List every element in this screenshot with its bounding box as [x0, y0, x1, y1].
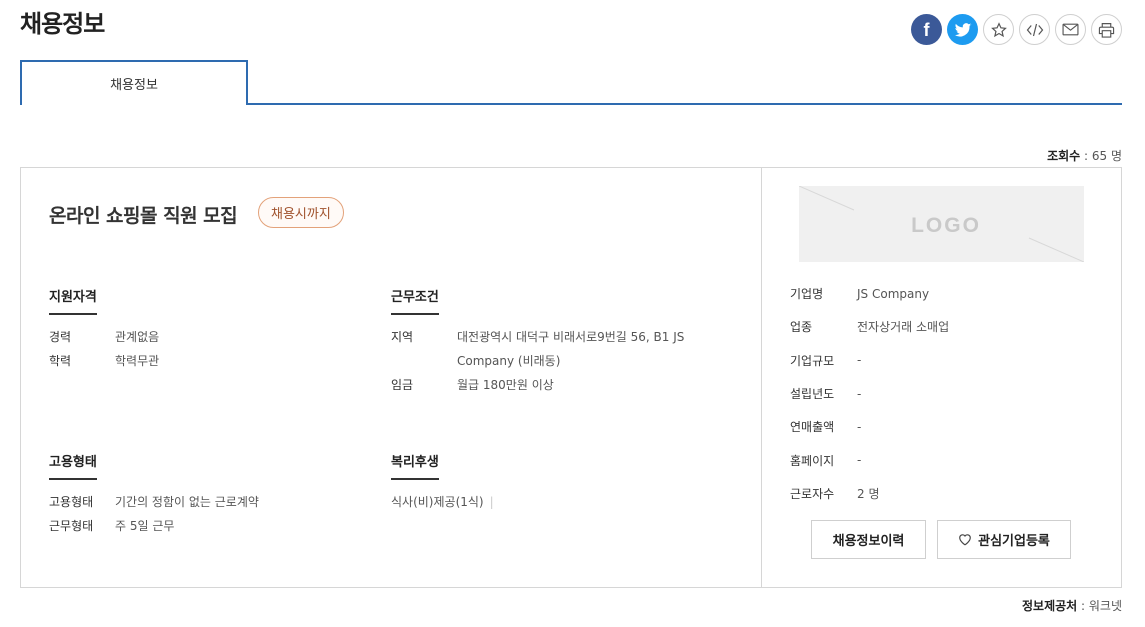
benefit-item: 식사(비)제공(1식) | [391, 490, 494, 514]
favorite-company-button[interactable]: 관심기업등록 [937, 520, 1071, 559]
view-count-value: 65 명 [1091, 149, 1122, 163]
job-card: 온라인 쇼핑몰 직원 모집 채용시까지 지원자격 경력 관계없음 학력 학력무관… [20, 167, 1122, 588]
page-title: 채용정보 [20, 10, 105, 38]
info-value: 전자상거래 소매업 [857, 320, 950, 335]
info-key: 기업규모 [790, 353, 835, 368]
company-info-row: 홈페이지 - [790, 443, 949, 476]
info-key: 근로자수 [790, 486, 835, 501]
info-key: 홈페이지 [790, 453, 835, 468]
row-key: 지역 [391, 330, 414, 344]
logo-placeholder-text: LOGO [911, 214, 981, 237]
row-key: 경력 [49, 330, 72, 344]
view-count-label: 조회수 [1047, 149, 1081, 163]
share-toolbar: f [911, 14, 1122, 45]
tab-bar: 채용정보 [20, 60, 1122, 106]
print-icon[interactable] [1091, 14, 1122, 45]
info-source-value: 워크넷 [1088, 599, 1122, 613]
heart-icon [959, 534, 971, 546]
info-key: 설립년도 [790, 387, 835, 402]
condition-row: 지역 대전광역시 대덕구 비래서로9번길 56, B1 JS Company (… [391, 325, 684, 373]
job-title: 온라인 쇼핑몰 직원 모집 [49, 205, 238, 227]
company-info-row: 설립년도 - [790, 377, 949, 410]
item-separator: | [489, 495, 494, 509]
row-key: 임금 [391, 378, 414, 392]
company-info-row: 근로자수 2 명 [790, 477, 949, 510]
favorite-company-label: 관심기업등록 [978, 534, 1050, 549]
card-divider [761, 168, 762, 587]
company-name: JS Company [857, 286, 930, 301]
company-logo: LOGO [799, 186, 1084, 262]
info-value: - [857, 453, 862, 468]
employment-row: 고용형태 기간의 정함이 없는 근로계약 [49, 490, 259, 514]
info-key: 기업명 [790, 287, 824, 302]
info-source-label: 정보제공처 [1022, 599, 1078, 613]
employment-section: 고용형태 고용형태 기간의 정함이 없는 근로계약 근무형태 주 5일 근무 [49, 451, 259, 538]
address-line-1: 대전광역시 대덕구 비래서로9번길 56, B1 JS [457, 330, 685, 344]
qualifications-section: 지원자격 경력 관계없음 학력 학력무관 [49, 286, 159, 373]
row-value: 주 5일 근무 [115, 519, 175, 533]
company-info-row: 기업명 JS Company [790, 277, 949, 310]
company-info-row: 기업규모 - [790, 344, 949, 377]
benefit-value: 식사(비)제공(1식) [391, 495, 484, 509]
company-info-row: 업종 전자상거래 소매업 [790, 310, 949, 343]
tab-job-info[interactable]: 채용정보 [20, 60, 248, 105]
info-value: - [857, 419, 862, 434]
employment-row: 근무형태 주 5일 근무 [49, 514, 259, 538]
row-key: 고용형태 [49, 495, 94, 509]
qualifications-heading: 지원자격 [49, 286, 97, 315]
facebook-icon[interactable]: f [911, 14, 942, 45]
benefits-heading: 복리후생 [391, 451, 439, 480]
row-value: 학력무관 [115, 354, 160, 368]
info-key: 연매출액 [790, 420, 835, 435]
row-value: 대전광역시 대덕구 비래서로9번길 56, B1 JS Company (비래동… [457, 325, 684, 373]
conditions-section: 근무조건 지역 대전광역시 대덕구 비래서로9번길 56, B1 JS Comp… [391, 286, 684, 397]
active-tab-gap [22, 103, 246, 106]
info-source: 정보제공처 : 워크넷 [1022, 599, 1122, 613]
conditions-heading: 근무조건 [391, 286, 439, 315]
job-history-button[interactable]: 채용정보이력 [811, 520, 926, 559]
row-value: 월급 180만원 이상 [457, 378, 554, 392]
row-value: 관계없음 [115, 330, 160, 344]
deadline-badge: 채용시까지 [258, 197, 344, 228]
svg-text:f: f [924, 20, 931, 40]
company-info-row: 연매출액 - [790, 410, 949, 443]
benefits-section: 복리후생 식사(비)제공(1식) | [391, 451, 494, 514]
twitter-icon[interactable] [947, 14, 978, 45]
row-key: 근무형태 [49, 519, 94, 533]
code-embed-icon[interactable] [1019, 14, 1050, 45]
condition-row: 임금 월급 180만원 이상 [391, 373, 684, 397]
qualification-row: 경력 관계없음 [49, 325, 159, 349]
info-value: - [857, 353, 862, 368]
row-key: 학력 [49, 354, 72, 368]
address-line-2: Company (비래동) [457, 354, 561, 368]
mail-icon[interactable] [1055, 14, 1086, 45]
view-count: 조회수 : 65 명 [1047, 149, 1122, 163]
star-icon[interactable] [983, 14, 1014, 45]
company-info: 기업명 JS Company 업종 전자상거래 소매업 기업규모 - 설립년도 - 연매… [790, 277, 949, 510]
info-key: 업종 [790, 320, 813, 335]
qualification-row: 학력 학력무관 [49, 349, 159, 373]
info-value: - [857, 386, 862, 401]
info-value: 2 명 [857, 486, 880, 501]
employment-heading: 고용형태 [49, 451, 97, 480]
row-value: 기간의 정함이 없는 근로계약 [115, 495, 259, 509]
